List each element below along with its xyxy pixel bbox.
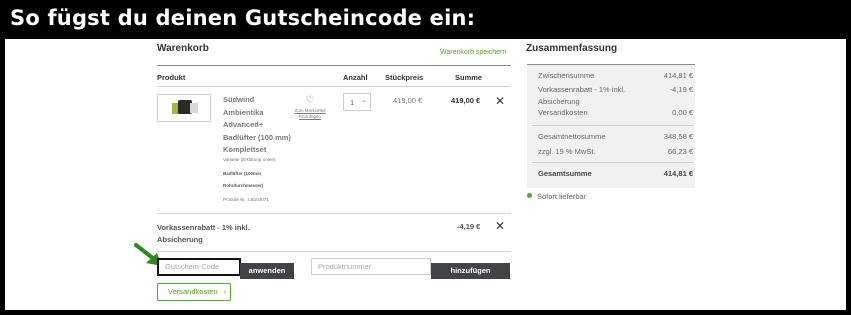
summary-label: Gesamtsumme — [538, 169, 592, 178]
product-image — [172, 100, 198, 114]
product-number-input[interactable]: Produktnummer — [311, 258, 431, 275]
divider — [532, 125, 693, 126]
discount-value: -4,19 € — [457, 222, 481, 231]
summary-row-discount-cont: Absicherung — [538, 97, 693, 106]
summary-value: 414,81 € — [663, 71, 693, 80]
wishlist-label-line: hinzufügen — [298, 113, 322, 119]
header-product: Produkt — [157, 73, 186, 82]
quantity-stepper[interactable]: 1 ⌄ — [343, 93, 371, 111]
remove-discount-close-icon[interactable]: ✕ — [495, 220, 505, 232]
save-cart-link[interactable]: Warenkorb speichern — [440, 49, 506, 56]
heart-icon: ♡ — [305, 95, 315, 106]
header-sum: Summe — [455, 73, 483, 82]
quantity-value: 1 — [350, 98, 355, 107]
divider — [157, 251, 511, 252]
remove-item-close-icon[interactable]: ✕ — [495, 95, 505, 107]
product-name[interactable]: Südwind Ambientika Advanced+ Badlüfter (… — [223, 94, 291, 157]
product-name-line: Badlüfter (100 mm) — [223, 132, 291, 142]
divider — [532, 162, 693, 163]
product-number: Produkt-Nr.: LB103071 — [223, 197, 269, 202]
product-thumbnail[interactable] — [157, 94, 211, 122]
summary-label: Vorkassenrabatt - 1% inkl. — [538, 85, 626, 94]
divider — [157, 86, 511, 87]
summary-value: 66,23 € — [667, 147, 693, 156]
summary-value: 414,81 € — [663, 169, 693, 178]
summary-label: zzgl. 19 % MwSt. — [538, 147, 596, 156]
divider — [157, 65, 511, 66]
variant-value: Badlüfter (100mm Rohrdurchmesser) — [223, 168, 263, 192]
discount-label-line: Absicherung — [157, 235, 203, 244]
summary-row-vat: zzgl. 19 % MwSt. 66,23 € — [538, 147, 693, 156]
delivery-status: Sofort lieferbar — [537, 192, 587, 201]
product-name-line: Ambientika — [223, 107, 264, 117]
cart-title: Warenkorb — [157, 43, 209, 54]
discount-label-line: Vorkassenrabatt - 1% inkl. — [157, 223, 250, 232]
header-unit-price: Stückpreis — [385, 73, 424, 82]
voucher-code-input[interactable]: Gutschein-Code — [157, 258, 241, 276]
summary-row-shipping: Versandkosten 0,00 € — [538, 108, 693, 117]
summary-value: 0,00 € — [672, 108, 693, 117]
product-image-part — [190, 103, 198, 113]
chevron-right-icon: › — [223, 287, 227, 296]
summary-value: 348,58 € — [663, 132, 693, 141]
instruction-banner: So fügst du deinen Gutscheincode ein: — [10, 6, 476, 30]
summary-label: Versandkosten — [538, 108, 588, 117]
summary-label: Absicherung — [538, 97, 580, 106]
header-quantity: Anzahl — [343, 73, 368, 82]
divider — [157, 213, 511, 214]
product-name-line: Südwind — [223, 95, 255, 104]
summary-row-grand-total: Gesamtsumme 414,81 € — [538, 169, 693, 178]
arrow-shaft — [134, 243, 156, 261]
availability-dot-icon — [527, 193, 532, 198]
summary-row-net-total: Gesamtnettosumme 348,58 € — [538, 132, 693, 141]
summary-label: Gesamtnettosumme — [538, 132, 606, 141]
line-sum: 419,00 € — [451, 96, 481, 105]
shipping-costs-button[interactable]: Versandkosten › — [157, 283, 231, 301]
apply-voucher-button[interactable]: anwenden — [240, 263, 294, 279]
cart-page: Warenkorb Warenkorb speichern Produkt An… — [5, 39, 846, 310]
product-name-line: Komplettset — [223, 145, 267, 154]
variant-value-line: Rohrdurchmesser) — [223, 183, 264, 188]
summary-row-discount: Vorkassenrabatt - 1% inkl. -4,19 € — [538, 85, 693, 94]
add-product-button[interactable]: hinzufügen — [431, 263, 510, 279]
variant-label: Variante (Erklärung unten): — [223, 157, 277, 162]
summary-title: Zusammenfassung — [526, 43, 618, 54]
variant-value-line: Badlüfter (100mm — [223, 171, 262, 176]
wishlist-label-line: Zum Merkzettel — [294, 108, 326, 113]
unit-price: 419,00 € — [393, 96, 423, 105]
discount-label: Vorkassenrabatt - 1% inkl. Absicherung — [157, 222, 250, 246]
summary-row-subtotal: Zwischensumme 414,81 € — [538, 71, 693, 80]
wishlist-button[interactable]: ♡ Zum Merkzettel hinzufügen — [293, 96, 327, 119]
summary-label: Zwischensumme — [538, 71, 595, 80]
product-image-part — [178, 100, 192, 114]
summary-value: -4,19 € — [669, 85, 693, 94]
chevron-down-icon[interactable]: ⌄ — [362, 97, 367, 104]
shipping-costs-label: Versandkosten — [168, 287, 218, 296]
product-name-line: Advanced+ — [223, 120, 264, 129]
